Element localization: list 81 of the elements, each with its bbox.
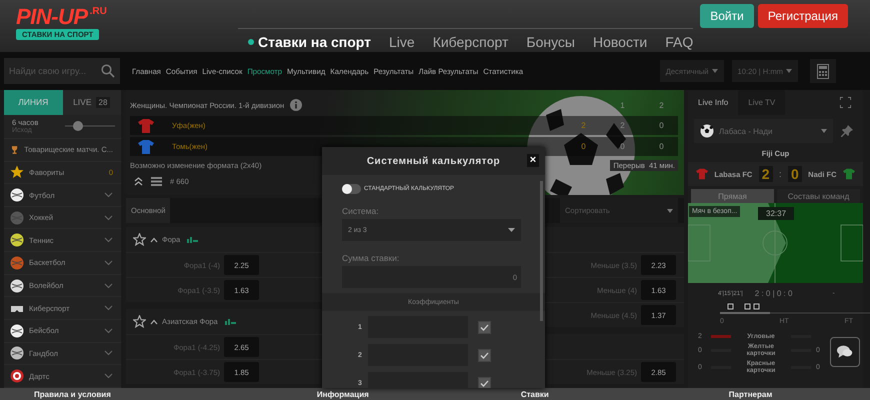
nav-link[interactable]: Киберспорт	[432, 34, 508, 50]
logo-wordmark: PIN-UP	[16, 6, 88, 28]
checkmark-icon	[480, 324, 489, 330]
checkmark-icon	[480, 352, 489, 358]
score-separator: :	[779, 169, 782, 179]
login-button[interactable]: Войти	[700, 4, 754, 28]
checkbox[interactable]	[478, 376, 491, 388]
chevron-down-icon	[104, 305, 113, 312]
nav-link[interactable]: FAQ	[665, 34, 694, 50]
nav-link[interactable]: Новости	[593, 34, 648, 50]
toggle-switch[interactable]	[342, 184, 361, 194]
tennis-ball-icon	[10, 233, 24, 248]
score: 2	[758, 166, 773, 182]
volleyball-icon	[10, 278, 24, 293]
score-column-header: 2	[658, 100, 665, 110]
soccer-ball-icon	[10, 188, 24, 202]
info-icon[interactable]	[290, 99, 302, 111]
handball-icon	[10, 346, 24, 360]
logo-domain: .RU	[90, 6, 107, 17]
score: 0	[788, 166, 802, 182]
period-score: 2	[619, 121, 626, 130]
live-score: 0	[580, 142, 587, 151]
baseball-icon	[10, 324, 24, 338]
dartboard-icon	[10, 369, 24, 384]
chevron-up-icon[interactable]	[150, 318, 158, 324]
stats-icon[interactable]	[224, 318, 236, 324]
score-column-header: 1	[619, 100, 626, 110]
match-clock: 32:37	[758, 207, 794, 220]
chevron-down-icon	[104, 373, 113, 380]
double-chevron-up-icon[interactable]	[134, 177, 143, 186]
period-score: 0	[658, 142, 665, 151]
soccer-ball-icon	[700, 124, 714, 138]
live-tab[interactable]: Live TV	[738, 90, 786, 115]
sidebar-tab[interactable]: LIVE 28	[62, 90, 121, 115]
caret-icon	[508, 228, 515, 232]
chevron-up-icon[interactable]	[150, 236, 158, 242]
view-tab[interactable]: Составы команд	[777, 189, 860, 203]
chevron-down-icon	[104, 237, 113, 244]
period-score: 0	[619, 142, 626, 151]
stats-icon[interactable]	[187, 236, 198, 242]
nav-link[interactable]: Ставки на спорт	[248, 34, 372, 50]
basketball-icon	[10, 256, 24, 270]
chevron-down-icon	[104, 260, 113, 266]
field-label: Система:	[341, 205, 380, 218]
live-score: 2	[580, 121, 587, 130]
chevron-down-icon	[104, 214, 113, 221]
search-icon	[101, 64, 115, 78]
nav-link[interactable]: Бонусы	[526, 34, 575, 50]
footer-heading: Правила и условия	[34, 390, 111, 398]
chevron-down-icon	[104, 192, 113, 198]
star-icon[interactable]	[133, 315, 146, 328]
checkbox[interactable]	[478, 320, 491, 334]
pin-icon[interactable]	[841, 125, 853, 137]
field-label: Сумма ставки:	[341, 252, 400, 265]
chevron-down-icon	[104, 282, 113, 289]
register-button[interactable]: Регистрация	[758, 4, 848, 28]
checkbox[interactable]	[478, 348, 491, 362]
list-icon[interactable]	[151, 177, 162, 186]
checkmark-icon	[480, 380, 489, 386]
caret-icon	[712, 69, 718, 73]
caret-icon	[821, 129, 827, 133]
slider-thumb[interactable]	[72, 121, 82, 132]
chevron-down-icon	[104, 350, 113, 356]
close-button[interactable]: ×	[527, 154, 539, 167]
calculator-button[interactable]	[810, 59, 836, 83]
star-icon	[10, 165, 24, 180]
fullscreen-icon[interactable]	[840, 97, 851, 108]
caret-icon	[786, 69, 792, 73]
nav-link[interactable]: Live	[389, 34, 415, 50]
footer-heading: Ставки	[520, 390, 549, 398]
footer-heading: Информация	[316, 390, 369, 398]
footer-heading: Партнерам	[728, 390, 772, 398]
caret-icon	[667, 208, 673, 212]
star-icon[interactable]	[133, 233, 146, 246]
stat-bar	[711, 335, 731, 338]
chat-button[interactable]	[830, 337, 860, 367]
period-scores: 2 : 0 | 0 : 0	[754, 289, 792, 298]
period-score: 0	[658, 121, 665, 130]
dialog-title: Системный калькулятор	[366, 156, 500, 166]
calculator-icon	[817, 64, 829, 78]
chevron-down-icon	[104, 328, 113, 334]
